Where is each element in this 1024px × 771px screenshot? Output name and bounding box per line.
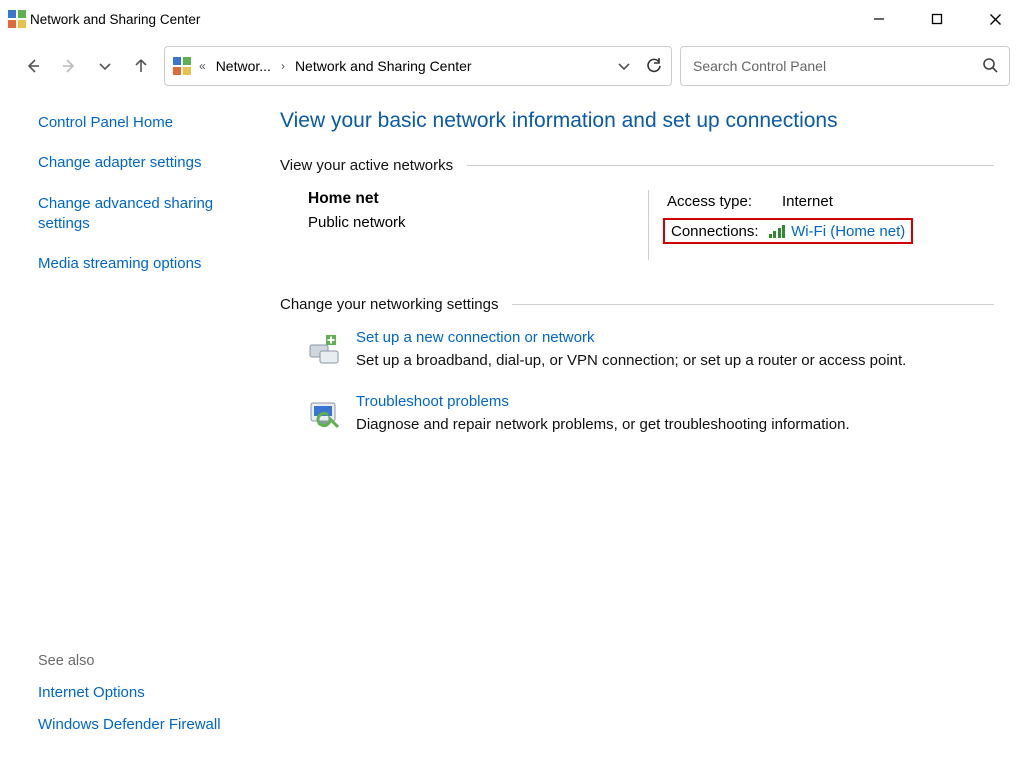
window-title: Network and Sharing Center bbox=[26, 12, 850, 27]
sidebar-advanced-sharing[interactable]: Change advanced sharing settings bbox=[38, 194, 242, 235]
network-type: Public network bbox=[308, 214, 648, 231]
connections-label: Connections: bbox=[671, 223, 759, 240]
section-change-settings: Change your networking settings bbox=[280, 296, 994, 313]
nav-row: « Networ... › Network and Sharing Center bbox=[0, 38, 1024, 93]
breadcrumb: « Networ... › Network and Sharing Center bbox=[197, 56, 609, 76]
network-name: Home net bbox=[308, 190, 648, 208]
main-content: View your basic network information and … bbox=[260, 93, 1024, 771]
titlebar: Network and Sharing Center bbox=[0, 0, 1024, 38]
forward-button[interactable] bbox=[60, 57, 78, 75]
sidebar-home[interactable]: Control Panel Home bbox=[38, 113, 242, 133]
section-label: View your active networks bbox=[280, 157, 453, 174]
task-troubleshoot-desc: Diagnose and repair network problems, or… bbox=[356, 416, 850, 433]
sidebar-firewall[interactable]: Windows Defender Firewall bbox=[38, 715, 242, 735]
recent-locations-button[interactable] bbox=[96, 57, 114, 75]
chevron-right-icon: › bbox=[279, 59, 287, 73]
sidebar-media-streaming[interactable]: Media streaming options bbox=[38, 254, 242, 274]
divider bbox=[648, 190, 649, 260]
connection-link[interactable]: Wi-Fi (Home net) bbox=[791, 223, 905, 240]
page-title: View your basic network information and … bbox=[280, 109, 994, 133]
nav-arrows bbox=[14, 57, 156, 75]
search-icon[interactable] bbox=[982, 57, 999, 74]
access-type-label: Access type: bbox=[667, 193, 782, 210]
breadcrumb-item[interactable]: Networ... bbox=[210, 56, 277, 76]
task-troubleshoot-link[interactable]: Troubleshoot problems bbox=[356, 393, 509, 410]
control-panel-icon bbox=[8, 10, 26, 28]
address-bar[interactable]: « Networ... › Network and Sharing Center bbox=[164, 46, 672, 86]
refresh-button[interactable] bbox=[645, 57, 663, 75]
maximize-button[interactable] bbox=[908, 0, 966, 38]
divider bbox=[467, 165, 994, 166]
divider bbox=[512, 304, 994, 305]
back-button[interactable] bbox=[24, 57, 42, 75]
sidebar-adapter-settings[interactable]: Change adapter settings bbox=[38, 153, 242, 173]
search-input[interactable] bbox=[691, 57, 982, 75]
control-panel-icon bbox=[173, 57, 191, 75]
active-network: Home net Public network Access type: Int… bbox=[308, 190, 994, 260]
sidebar-internet-options[interactable]: Internet Options bbox=[38, 683, 242, 703]
connections-highlight: Connections: Wi-Fi (Home net) bbox=[663, 218, 913, 244]
setup-connection-icon bbox=[308, 333, 340, 365]
address-dropdown-button[interactable] bbox=[615, 57, 633, 75]
task-troubleshoot: Troubleshoot problems Diagnose and repai… bbox=[308, 393, 994, 433]
wifi-signal-icon bbox=[769, 225, 786, 238]
see-also-label: See also bbox=[38, 653, 242, 669]
task-setup-link[interactable]: Set up a new connection or network bbox=[356, 329, 594, 346]
minimize-button[interactable] bbox=[850, 0, 908, 38]
troubleshoot-icon bbox=[308, 397, 340, 429]
breadcrumb-item[interactable]: Network and Sharing Center bbox=[289, 56, 478, 76]
section-label: Change your networking settings bbox=[280, 296, 498, 313]
up-button[interactable] bbox=[132, 57, 150, 75]
close-button[interactable] bbox=[966, 0, 1024, 38]
section-active-networks: View your active networks bbox=[280, 157, 994, 174]
sidebar: Control Panel Home Change adapter settin… bbox=[0, 93, 260, 771]
breadcrumb-ellipsis[interactable]: « bbox=[197, 59, 208, 73]
task-setup-desc: Set up a broadband, dial-up, or VPN conn… bbox=[356, 352, 906, 369]
access-type-value: Internet bbox=[782, 193, 833, 210]
task-setup-connection: Set up a new connection or network Set u… bbox=[308, 329, 994, 369]
search-box[interactable] bbox=[680, 46, 1010, 86]
